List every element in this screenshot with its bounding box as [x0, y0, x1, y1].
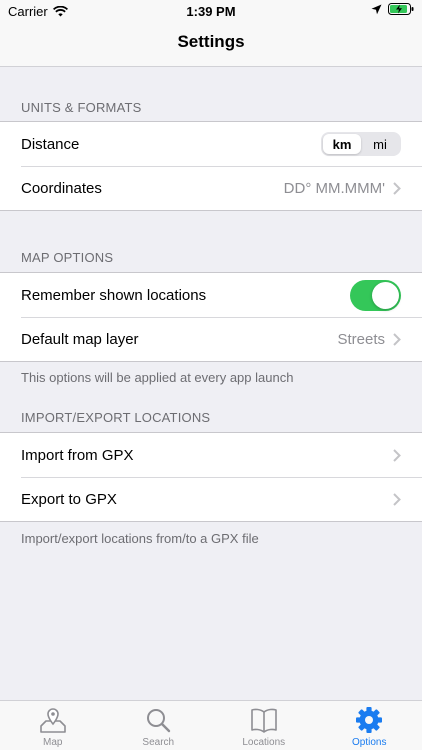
tab-search-label: Search: [142, 737, 175, 748]
default-map-layer-value: Streets: [337, 330, 385, 348]
import-gpx-row[interactable]: Import from GPX: [0, 433, 422, 477]
settings-screen: Carrier 1:39 PM Settings UNITS & FORMATS…: [0, 0, 422, 750]
import-gpx-label: Import from GPX: [21, 446, 134, 464]
page-title: Settings: [177, 32, 245, 51]
map-options-footer: This options will be applied at every ap…: [21, 370, 294, 385]
chevron-right-icon: [393, 181, 401, 195]
status-bar: Carrier 1:39 PM: [0, 0, 422, 22]
units-section-header: UNITS & FORMATS: [21, 100, 142, 115]
export-gpx-label: Export to GPX: [21, 490, 117, 508]
chevron-right-icon: [393, 492, 401, 506]
battery-charging-icon: [388, 3, 414, 15]
remember-locations-row: Remember shown locations: [0, 273, 422, 317]
export-gpx-row[interactable]: Export to GPX: [0, 477, 422, 521]
remember-locations-label: Remember shown locations: [21, 286, 207, 304]
remember-locations-toggle[interactable]: [350, 279, 401, 311]
toggle-knob: [372, 281, 399, 309]
import-export-section-header: IMPORT/EXPORT LOCATIONS: [21, 410, 211, 425]
coordinates-label: Coordinates: [21, 179, 102, 197]
map-pin-icon: [39, 708, 66, 733]
clock: 1:39 PM: [186, 4, 236, 19]
navigation-bar: Carrier 1:39 PM Settings: [0, 0, 422, 67]
distance-row: Distance km mi: [0, 122, 422, 166]
import-export-footer: Import/export locations from/to a GPX fi…: [21, 531, 259, 546]
map-options-section-header: MAP OPTIONS: [21, 250, 114, 265]
tab-map[interactable]: Map: [0, 701, 106, 750]
distance-label: Distance: [21, 135, 80, 153]
chevron-right-icon: [393, 332, 401, 346]
gear-icon: [356, 707, 383, 733]
book-icon: [250, 708, 277, 733]
tab-locations-label: Locations: [242, 737, 286, 748]
tab-locations[interactable]: Locations: [211, 701, 317, 750]
import-export-group: Import from GPX Export to GPX: [0, 432, 422, 522]
chevron-right-icon: [393, 448, 401, 462]
default-map-layer-label: Default map layer: [21, 330, 139, 348]
segment-mi[interactable]: mi: [361, 134, 399, 154]
tab-map-label: Map: [43, 737, 63, 748]
coordinates-value: DD° MM.MMM': [283, 179, 385, 197]
coordinates-row[interactable]: Coordinates DD° MM.MMM': [0, 166, 422, 210]
tab-options[interactable]: Options: [317, 701, 422, 750]
tab-options-label: Options: [352, 737, 387, 748]
tab-bar: Map Search Locations Options: [0, 700, 422, 750]
magnifier-icon: [147, 709, 171, 733]
map-options-group: Remember shown locations Default map lay…: [0, 272, 422, 362]
status-right: [371, 3, 414, 15]
units-group: Distance km mi Coordinates DD° MM.MMM': [0, 121, 422, 211]
default-map-layer-row[interactable]: Default map layer Streets: [0, 317, 422, 361]
location-arrow-icon: [371, 4, 382, 14]
distance-unit-segmented-control[interactable]: km mi: [321, 132, 401, 156]
segment-km[interactable]: km: [323, 134, 361, 154]
tab-search[interactable]: Search: [106, 701, 212, 750]
